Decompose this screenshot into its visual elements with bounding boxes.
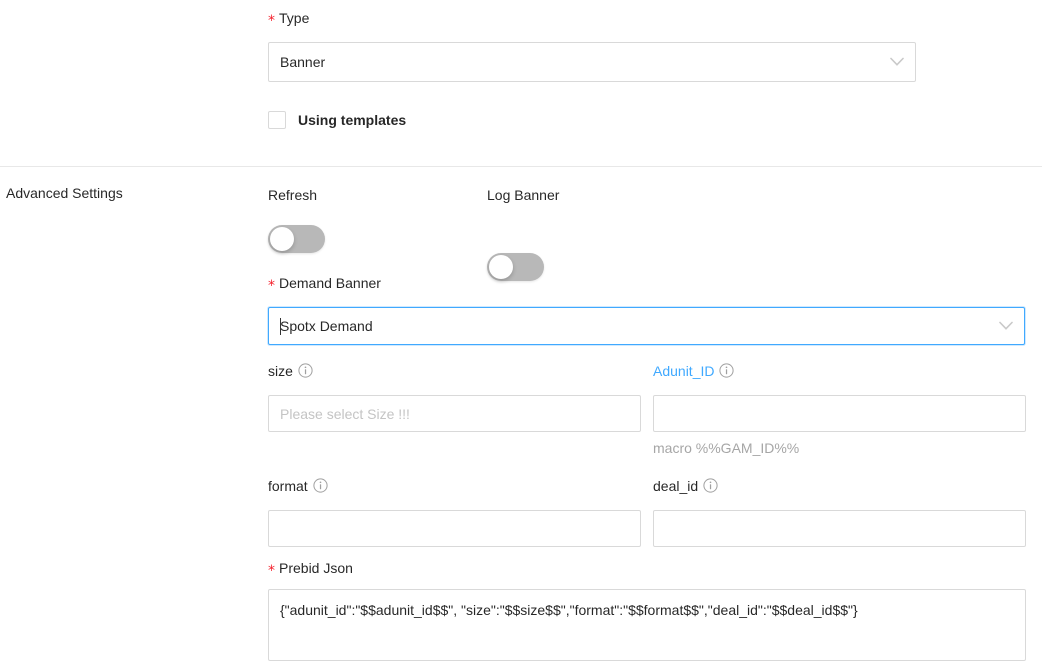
- info-circle-icon[interactable]: [719, 363, 735, 378]
- type-select[interactable]: Banner: [268, 42, 916, 82]
- deal-id-input[interactable]: [653, 510, 1026, 547]
- refresh-toggle-switch[interactable]: [268, 225, 325, 253]
- checkbox-square-icon[interactable]: [268, 111, 286, 129]
- demand-banner-select[interactable]: Spotx Demand: [268, 307, 1025, 345]
- required-asterisk: *: [268, 278, 275, 294]
- format-label-text: format: [268, 478, 308, 494]
- type-field-label: * Type: [268, 8, 309, 28]
- toggle-knob: [489, 255, 513, 279]
- deal-id-label-text: deal_id: [653, 478, 699, 494]
- deal-id-field-label: deal_id: [653, 476, 718, 496]
- chevron-down-icon[interactable]: [890, 57, 904, 67]
- log-banner-toggle-switch[interactable]: [487, 253, 544, 281]
- section-divider: [0, 166, 1042, 167]
- text-caret: [280, 317, 281, 335]
- required-asterisk: *: [268, 13, 275, 29]
- adunit-id-helper-text: macro %%GAM_ID%%: [653, 440, 800, 456]
- prebid-json-label: * Prebid Json: [268, 558, 353, 578]
- format-input[interactable]: [268, 510, 641, 547]
- demand-banner-label-text: Demand Banner: [279, 275, 381, 291]
- toggle-knob: [270, 227, 294, 251]
- size-field-label: size: [268, 361, 313, 381]
- adunit-id-field-label: Adunit_ID: [653, 361, 735, 381]
- advanced-settings-section-title: Advanced Settings: [6, 185, 123, 201]
- size-label-text: size: [268, 363, 293, 379]
- prebid-json-label-text: Prebid Json: [279, 560, 353, 576]
- info-circle-icon[interactable]: [313, 478, 328, 493]
- demand-banner-label: * Demand Banner: [268, 273, 381, 293]
- required-asterisk: *: [268, 563, 275, 579]
- prebid-json-value: {"adunit_id":"$$adunit_id$$", "size":"$$…: [280, 602, 858, 618]
- info-circle-icon[interactable]: [298, 363, 313, 378]
- refresh-toggle-label: Refresh: [268, 187, 318, 203]
- type-label-text: Type: [279, 10, 310, 26]
- prebid-json-textarea[interactable]: {"adunit_id":"$$adunit_id$$", "size":"$$…: [268, 589, 1026, 661]
- chevron-down-icon[interactable]: [999, 321, 1013, 331]
- size-input-placeholder: Please select Size !!!: [280, 405, 410, 422]
- type-select-value: Banner: [280, 54, 326, 70]
- demand-banner-value: Spotx Demand: [280, 318, 373, 334]
- adunit-id-input[interactable]: [653, 395, 1026, 432]
- using-templates-label: Using templates: [298, 112, 407, 128]
- using-templates-checkbox[interactable]: Using templates: [268, 111, 406, 129]
- size-input[interactable]: Please select Size !!!: [268, 395, 641, 432]
- format-field-label: format: [268, 476, 328, 496]
- adunit-id-label-text: Adunit_ID: [653, 363, 715, 379]
- log-banner-toggle-label: Log Banner: [487, 187, 560, 203]
- info-circle-icon[interactable]: [703, 478, 718, 493]
